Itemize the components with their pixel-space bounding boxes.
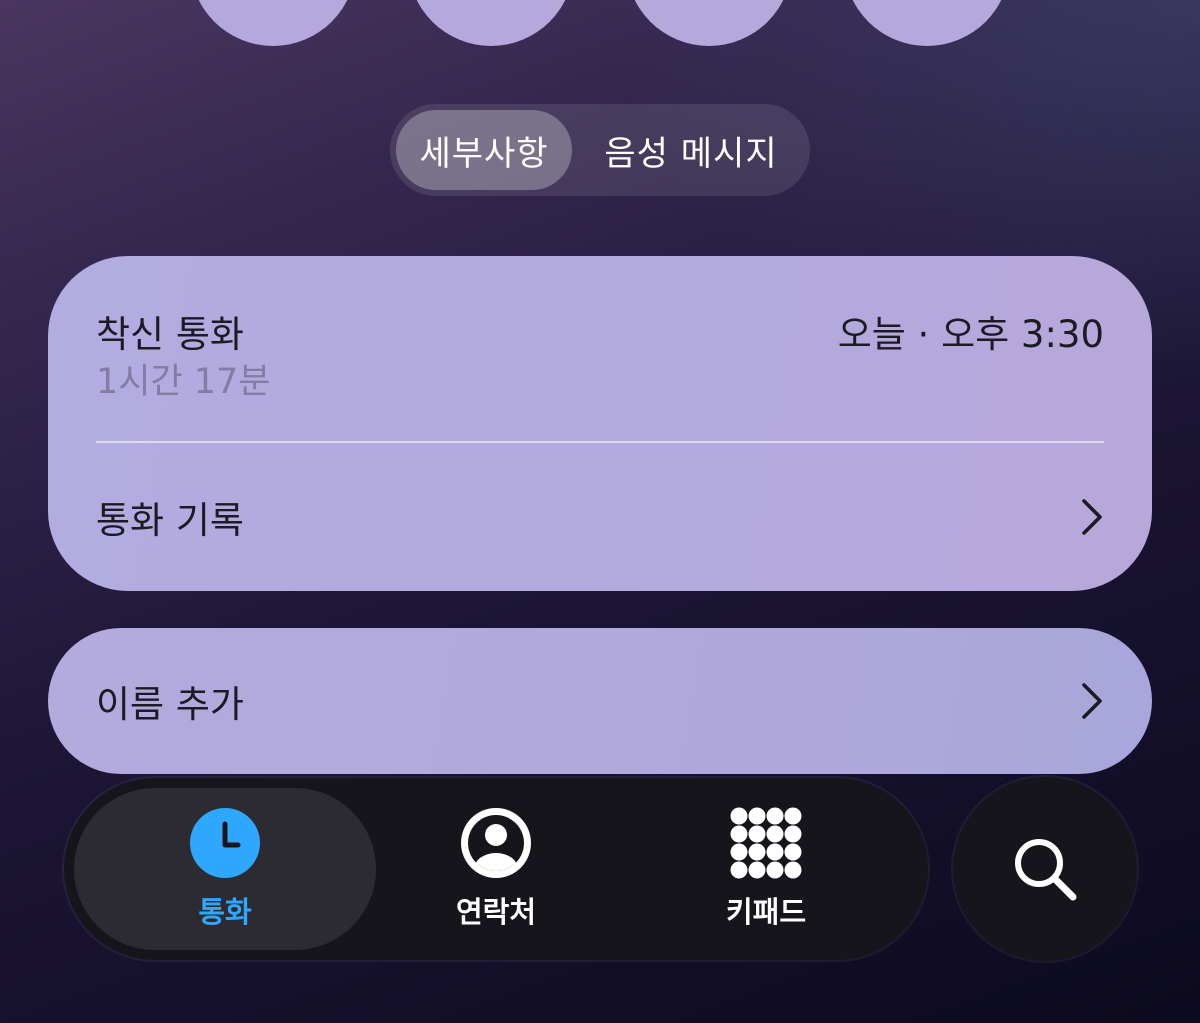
add-name-label: 이름 추가: [96, 683, 244, 726]
segment-voicemail[interactable]: 음성 메시지: [578, 110, 804, 190]
clock-icon: [190, 808, 260, 878]
tab-calls-label: 통화: [198, 895, 252, 929]
tab-calls[interactable]: 통화: [74, 788, 376, 950]
tab-keypad-label: 키패드: [725, 895, 807, 929]
segmented-control: 세부사항 음성 메시지: [390, 104, 810, 196]
keypad-grid-icon: [730, 807, 802, 879]
person-circle-icon: [461, 808, 531, 878]
action-button-1[interactable]: [190, 0, 356, 46]
call-history-row[interactable]: 통화 기록: [48, 443, 1152, 591]
call-history-label: 통화 기록: [96, 499, 244, 542]
tab-bar: 통화 연락처 키패드: [64, 778, 928, 960]
tab-contacts-label: 연락처: [455, 895, 537, 929]
search-button[interactable]: [953, 777, 1137, 961]
action-button-2[interactable]: [408, 0, 574, 46]
call-duration: 1시간 17분: [96, 362, 271, 402]
chevron-right-icon: [1082, 499, 1102, 535]
tab-contacts[interactable]: 연락처: [386, 788, 606, 950]
call-type-label: 착신 통화: [96, 313, 244, 356]
call-details-card: 착신 통화 1시간 17분 오늘 · 오후 3:30 통화 기록: [48, 256, 1152, 591]
action-button-3[interactable]: [626, 0, 792, 46]
call-timestamp: 오늘 · 오후 3:30: [837, 313, 1104, 356]
magnifying-glass-icon: [1015, 839, 1077, 901]
chevron-right-icon: [1082, 683, 1102, 719]
segment-details[interactable]: 세부사항: [396, 110, 572, 190]
add-name-card[interactable]: 이름 추가: [48, 628, 1152, 774]
add-name-row[interactable]: 이름 추가: [48, 628, 1152, 774]
tab-keypad[interactable]: 키패드: [656, 788, 876, 950]
action-button-4[interactable]: [844, 0, 1010, 46]
